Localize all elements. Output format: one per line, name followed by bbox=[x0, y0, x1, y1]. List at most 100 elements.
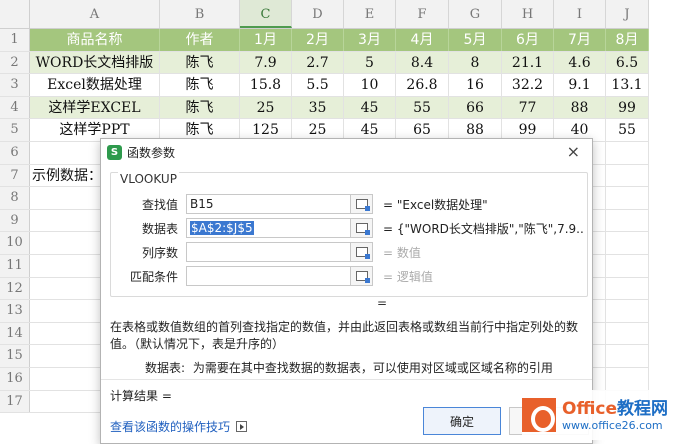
row-header[interactable]: 10 bbox=[0, 232, 30, 254]
row-header[interactable]: 4 bbox=[0, 96, 30, 119]
sheet-row: 1 商品名称 作者 1月 2月 3月 4月 5月 6月 7月 8月 bbox=[0, 29, 649, 52]
row-header[interactable]: 6 bbox=[0, 141, 30, 164]
row-header[interactable]: 17 bbox=[0, 390, 30, 413]
cell[interactable]: 陈飞 bbox=[160, 96, 240, 119]
collapse-dialog-button[interactable] bbox=[351, 218, 373, 238]
cell[interactable]: 8月 bbox=[606, 29, 649, 51]
cell[interactable]: 10 bbox=[344, 74, 396, 96]
column-header-b[interactable]: B bbox=[160, 0, 240, 28]
row-header[interactable]: 12 bbox=[0, 277, 30, 300]
cell[interactable]: 77 bbox=[502, 96, 554, 119]
cell[interactable]: 15.8 bbox=[240, 74, 292, 96]
function-arguments-dialog: S 函数参数 × VLOOKUP 查找值 B15 = "Excel数据处理" 数… bbox=[100, 138, 593, 444]
column-header-c[interactable]: C bbox=[240, 0, 292, 28]
cell[interactable]: 55 bbox=[396, 96, 449, 119]
cell[interactable] bbox=[606, 209, 649, 232]
column-header-g[interactable]: G bbox=[449, 0, 502, 28]
cell[interactable]: 7月 bbox=[554, 29, 606, 51]
cell[interactable]: 2.7 bbox=[292, 51, 344, 74]
cell[interactable]: 32.2 bbox=[502, 74, 554, 96]
cell[interactable]: 88 bbox=[554, 96, 606, 119]
cell[interactable] bbox=[606, 277, 649, 300]
selected-range-text: $A$2:$J$5 bbox=[190, 221, 254, 235]
table-array-input[interactable]: $A$2:$J$5 bbox=[186, 218, 351, 238]
logo-text: Office教程网 www.office26.com bbox=[562, 399, 668, 432]
cell[interactable]: 5月 bbox=[449, 29, 502, 51]
row-header[interactable]: 14 bbox=[0, 322, 30, 345]
row-header[interactable]: 9 bbox=[0, 209, 30, 232]
column-header-i[interactable]: I bbox=[554, 0, 606, 28]
cell[interactable]: 3月 bbox=[344, 29, 396, 51]
cell[interactable]: 45 bbox=[344, 96, 396, 119]
column-header-d[interactable]: D bbox=[292, 0, 344, 28]
cell[interactable]: 66 bbox=[449, 96, 502, 119]
cell[interactable]: 7.9 bbox=[240, 51, 292, 74]
cell[interactable]: 1月 bbox=[240, 29, 292, 51]
cell[interactable]: 4.6 bbox=[554, 51, 606, 74]
row-header[interactable]: 11 bbox=[0, 254, 30, 277]
cell[interactable]: 6.5 bbox=[606, 51, 649, 74]
cell[interactable]: 9.1 bbox=[554, 74, 606, 96]
cell[interactable]: WORD长文档排版 bbox=[30, 51, 160, 74]
collapse-dialog-button[interactable] bbox=[351, 194, 373, 214]
cell[interactable] bbox=[606, 164, 649, 187]
cell[interactable] bbox=[606, 345, 649, 367]
row-header[interactable]: 7 bbox=[0, 164, 30, 187]
sheet-row: 4 这样学EXCEL 陈飞 25 35 45 55 66 77 88 99 bbox=[0, 96, 649, 120]
row-header[interactable]: 2 bbox=[0, 51, 30, 74]
dialog-titlebar[interactable]: S 函数参数 × bbox=[101, 139, 592, 165]
cell[interactable]: 这样学EXCEL bbox=[30, 96, 160, 119]
cell[interactable] bbox=[606, 300, 649, 322]
cell[interactable]: 陈飞 bbox=[160, 74, 240, 96]
cell[interactable]: 99 bbox=[606, 96, 649, 119]
row-header[interactable]: 1 bbox=[0, 29, 30, 51]
collapse-dialog-button[interactable] bbox=[351, 266, 373, 286]
cell[interactable]: 6月 bbox=[502, 29, 554, 51]
cell[interactable]: 16 bbox=[449, 74, 502, 96]
cell[interactable] bbox=[606, 232, 649, 254]
calculation-result: 计算结果 = bbox=[110, 389, 172, 403]
range-lookup-input[interactable] bbox=[186, 266, 351, 286]
col-index-input[interactable] bbox=[186, 242, 351, 262]
cell[interactable] bbox=[606, 322, 649, 345]
cell[interactable]: 21.1 bbox=[502, 51, 554, 74]
cell[interactable]: 13.1 bbox=[606, 74, 649, 96]
cell[interactable]: 25 bbox=[240, 96, 292, 119]
collapse-dialog-button[interactable] bbox=[351, 242, 373, 262]
cell[interactable]: 55 bbox=[606, 119, 649, 141]
cell[interactable]: 8 bbox=[449, 51, 502, 74]
cell[interactable]: 8.4 bbox=[396, 51, 449, 74]
cell[interactable] bbox=[606, 367, 649, 390]
column-header-e[interactable]: E bbox=[344, 0, 396, 28]
row-header[interactable]: 15 bbox=[0, 345, 30, 367]
cell[interactable]: 35 bbox=[292, 96, 344, 119]
function-tips-link[interactable]: 查看该函数的操作技巧 bbox=[110, 418, 248, 435]
row-header[interactable]: 3 bbox=[0, 74, 30, 96]
cell[interactable]: 陈飞 bbox=[160, 51, 240, 74]
select-all-corner[interactable] bbox=[0, 0, 30, 28]
cell[interactable] bbox=[606, 141, 649, 164]
cell[interactable]: 5.5 bbox=[292, 74, 344, 96]
cell[interactable]: 5 bbox=[344, 51, 396, 74]
cell[interactable] bbox=[606, 187, 649, 209]
row-header[interactable]: 5 bbox=[0, 119, 30, 141]
cell[interactable]: Excel数据处理 bbox=[30, 74, 160, 96]
column-header-f[interactable]: F bbox=[396, 0, 449, 28]
cell[interactable]: 26.8 bbox=[396, 74, 449, 96]
cell[interactable]: 2月 bbox=[292, 29, 344, 51]
column-header-h[interactable]: H bbox=[502, 0, 554, 28]
cell[interactable]: 4月 bbox=[396, 29, 449, 51]
row-header[interactable]: 8 bbox=[0, 187, 30, 209]
column-header-a[interactable]: A bbox=[30, 0, 160, 28]
row-header[interactable]: 13 bbox=[0, 300, 30, 322]
field-label: 匹配条件 bbox=[129, 269, 178, 284]
ok-button[interactable]: 确定 bbox=[423, 407, 501, 435]
cell[interactable] bbox=[606, 254, 649, 277]
lookup-value-input[interactable]: B15 bbox=[186, 194, 351, 214]
cell[interactable]: 商品名称 bbox=[30, 29, 160, 51]
close-icon[interactable]: × bbox=[567, 142, 580, 161]
cell[interactable]: 作者 bbox=[160, 29, 240, 51]
column-header-j[interactable]: J bbox=[606, 0, 649, 28]
row-header[interactable]: 16 bbox=[0, 367, 30, 390]
range-select-icon bbox=[355, 199, 370, 211]
